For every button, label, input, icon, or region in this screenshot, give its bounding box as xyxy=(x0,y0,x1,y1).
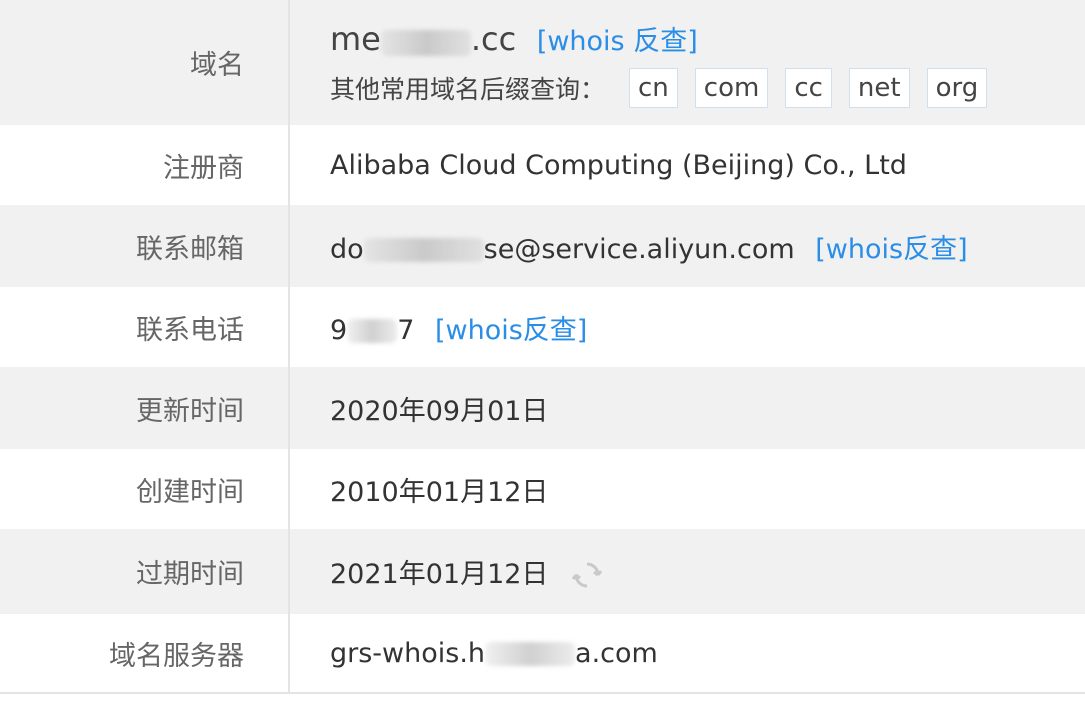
redacted-nameserver-part xyxy=(485,642,576,666)
value-expires: 2021年01月12日 xyxy=(290,552,603,592)
email-suffix: se@service.aliyun.com xyxy=(483,233,795,265)
value-created: 2010年01月12日 xyxy=(330,476,549,508)
suffix-tag-cc[interactable]: cc xyxy=(785,68,832,108)
value-registrar: Alibaba Cloud Computing (Beijing) Co., L… xyxy=(330,149,907,181)
label-nameserver: 域名服务器 xyxy=(0,614,290,692)
refresh-icon[interactable] xyxy=(571,559,603,591)
suffix-tag-com[interactable]: com xyxy=(694,68,769,108)
domain-name-prefix: me xyxy=(330,20,381,58)
nameserver-suffix: a.com xyxy=(575,637,658,669)
value-email: do se@service.aliyun.com [whois反查] xyxy=(290,227,968,266)
label-phone: 联系电话 xyxy=(0,287,290,367)
domain-name-suffix: .cc xyxy=(470,20,517,58)
value-domain: me .cc [whois 反查] 其他常用域名后缀查询： cn com cc n… xyxy=(290,17,1004,108)
value-phone: 9 7 [whois反查] xyxy=(290,308,587,347)
phone-suffix: 7 xyxy=(397,314,415,346)
row-updated: 更新时间 2020年09月01日 xyxy=(0,367,1085,449)
row-registrar: 注册商 Alibaba Cloud Computing (Beijing) Co… xyxy=(0,125,1085,205)
label-expires: 过期时间 xyxy=(0,529,290,614)
row-email: 联系邮箱 do se@service.aliyun.com [whois反查] xyxy=(0,205,1085,287)
label-registrar: 注册商 xyxy=(0,125,290,205)
row-expires: 过期时间 2021年01月12日 xyxy=(0,529,1085,614)
suffix-query-line: 其他常用域名后缀查询： cn com cc net org xyxy=(330,68,1004,108)
redacted-email-part xyxy=(363,238,484,262)
value-nameserver: grs-whois.h a.com xyxy=(290,638,658,669)
redacted-phone-part xyxy=(347,319,398,343)
email-whois-reverse-link[interactable]: [whois反查] xyxy=(815,234,967,265)
row-created: 创建时间 2010年01月12日 xyxy=(0,449,1085,529)
email-prefix: do xyxy=(330,233,364,265)
redacted-domain-part xyxy=(380,29,471,56)
row-domain: 域名 me .cc [whois 反查] 其他常用域名后缀查询： cn com c… xyxy=(0,0,1085,125)
row-nameserver: 域名服务器 grs-whois.h a.com xyxy=(0,614,1085,694)
phone-whois-reverse-link[interactable]: [whois反查] xyxy=(435,315,587,346)
label-created: 创建时间 xyxy=(0,449,290,529)
row-phone: 联系电话 9 7 [whois反查] xyxy=(0,287,1085,367)
label-updated: 更新时间 xyxy=(0,367,290,449)
suffix-tag-org[interactable]: org xyxy=(926,68,988,108)
label-domain: 域名 xyxy=(0,0,290,125)
suffix-tag-net[interactable]: net xyxy=(848,68,910,108)
suffix-tag-cn[interactable]: cn xyxy=(629,68,678,108)
whois-info-table: 域名 me .cc [whois 反查] 其他常用域名后缀查询： cn com c… xyxy=(0,0,1085,694)
nameserver-prefix: grs-whois.h xyxy=(330,637,486,669)
suffix-query-label: 其他常用域名后缀查询： xyxy=(330,75,606,104)
phone-prefix: 9 xyxy=(330,314,348,346)
value-updated: 2020年09月01日 xyxy=(330,395,549,427)
label-email: 联系邮箱 xyxy=(0,205,290,287)
domain-whois-reverse-link[interactable]: [whois 反查] xyxy=(537,26,698,57)
expires-date: 2021年01月12日 xyxy=(330,558,549,590)
